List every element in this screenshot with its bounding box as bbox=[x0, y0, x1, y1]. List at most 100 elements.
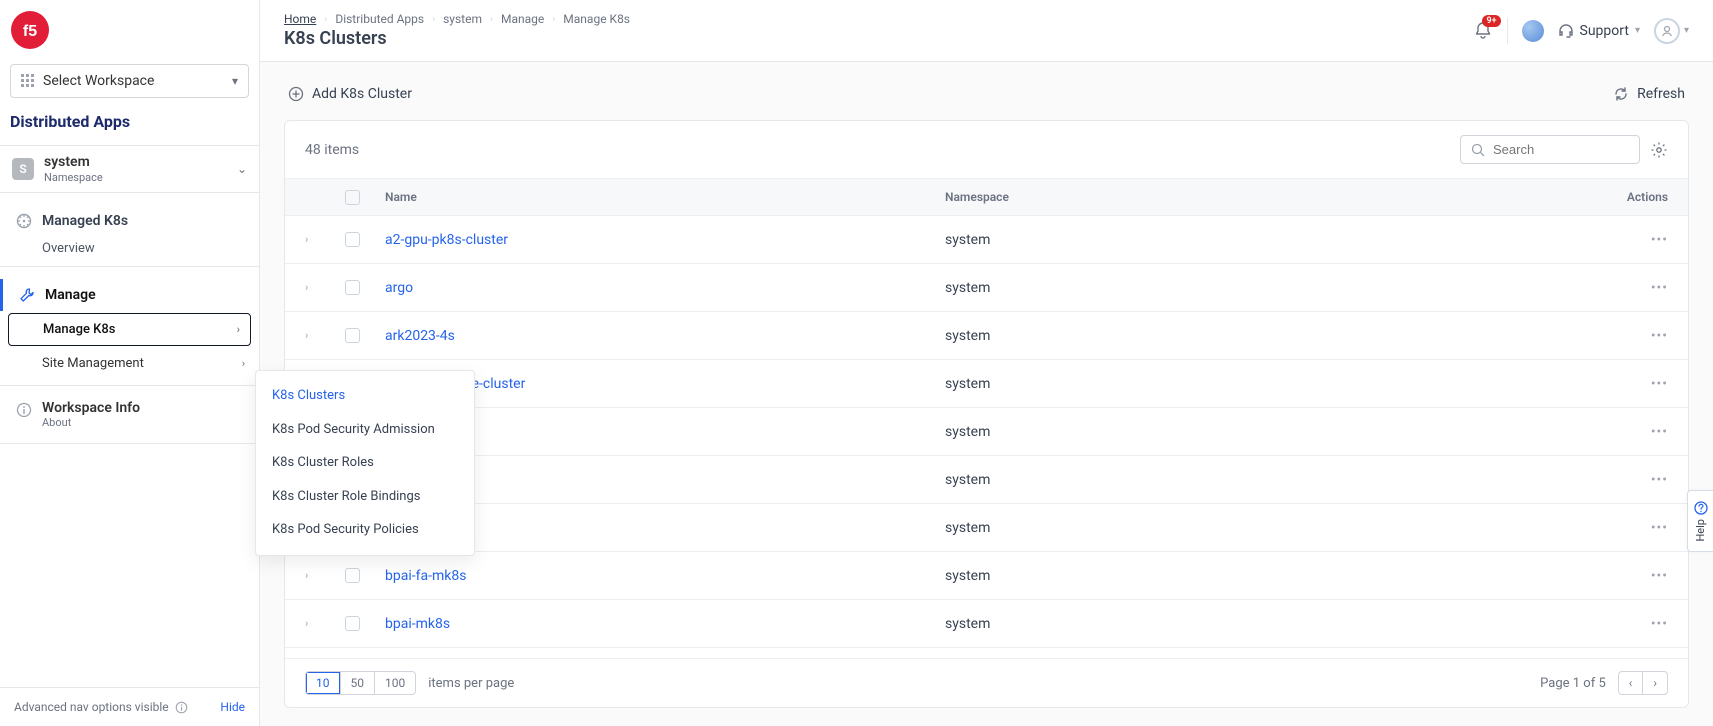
row-checkbox[interactable] bbox=[345, 616, 360, 631]
table: Name Namespace Actions › a2-gpu-pk8s-clus… bbox=[285, 178, 1688, 658]
svg-text:f5: f5 bbox=[23, 23, 37, 40]
page-title: K8s Clusters bbox=[284, 28, 630, 49]
nav-sub-site-management[interactable]: Site Management › bbox=[0, 348, 259, 379]
crumb-home[interactable]: Home bbox=[284, 12, 316, 26]
support-dropdown[interactable]: Support ▾ bbox=[1558, 23, 1640, 39]
help-icon bbox=[1694, 501, 1708, 515]
row-checkbox[interactable] bbox=[345, 232, 360, 247]
col-header-name: Name bbox=[385, 190, 945, 204]
nav-sub-label: Site Management bbox=[42, 356, 144, 371]
row-actions-button[interactable]: ••• bbox=[1588, 568, 1668, 584]
workspace-info-sub: About bbox=[42, 416, 140, 429]
chevron-right-icon: › bbox=[237, 323, 240, 336]
row-namespace: system bbox=[945, 232, 1588, 248]
col-header-actions: Actions bbox=[1588, 190, 1668, 204]
row-namespace: system bbox=[945, 520, 1588, 536]
chevron-down-icon: ▾ bbox=[1635, 25, 1640, 36]
workspace-select-label: Select Workspace bbox=[43, 73, 224, 89]
table-settings-button[interactable] bbox=[1650, 141, 1668, 159]
notification-badge: 9+ bbox=[1482, 15, 1500, 27]
expand-row-icon[interactable]: › bbox=[305, 329, 345, 342]
select-all-checkbox[interactable] bbox=[345, 190, 360, 205]
refresh-label: Refresh bbox=[1637, 86, 1685, 102]
row-actions-button[interactable]: ••• bbox=[1588, 232, 1668, 248]
expand-row-icon[interactable]: › bbox=[305, 617, 345, 630]
row-checkbox[interactable] bbox=[345, 328, 360, 343]
row-name-link[interactable]: bpai-mk8s bbox=[385, 616, 450, 632]
chevron-right-icon: › bbox=[432, 14, 435, 25]
chevron-right-icon: › bbox=[552, 14, 555, 25]
namespace-name: system bbox=[44, 154, 227, 171]
row-actions-button[interactable]: ••• bbox=[1588, 424, 1668, 440]
prev-page-button[interactable]: ‹ bbox=[1619, 672, 1644, 694]
apps-grid-icon bbox=[21, 74, 35, 88]
page-info: Page 1 of 5 bbox=[1540, 676, 1606, 691]
headset-icon bbox=[1558, 23, 1574, 39]
crumb-item[interactable]: system bbox=[443, 12, 482, 26]
info-icon bbox=[16, 402, 32, 418]
table-row: ›k8-libsystem••• bbox=[285, 408, 1688, 456]
page-size-50[interactable]: 50 bbox=[341, 672, 376, 694]
topbar: Home › Distributed Apps › system › Manag… bbox=[260, 0, 1713, 62]
expand-row-icon[interactable]: › bbox=[305, 233, 345, 246]
add-k8s-cluster-button[interactable]: Add K8s Cluster bbox=[288, 86, 412, 102]
page-size-selector: 10 50 100 bbox=[305, 671, 416, 695]
chevron-down-icon: ▾ bbox=[1684, 25, 1689, 36]
adv-nav-hide[interactable]: Hide bbox=[220, 700, 245, 714]
row-actions-button[interactable]: ••• bbox=[1588, 280, 1668, 296]
flyout-item-cluster-roles[interactable]: K8s Cluster Roles bbox=[256, 446, 474, 480]
nav-workspace-info[interactable]: Workspace Info About bbox=[0, 385, 259, 444]
crumb-item[interactable]: Manage bbox=[501, 12, 544, 26]
crumb-item[interactable]: Manage K8s bbox=[563, 12, 630, 26]
row-namespace: system bbox=[945, 328, 1588, 344]
col-header-namespace: Namespace bbox=[945, 190, 1588, 204]
support-label: Support bbox=[1580, 23, 1629, 39]
row-name-link[interactable]: a2-gpu-pk8s-cluster bbox=[385, 232, 508, 248]
row-checkbox[interactable] bbox=[345, 568, 360, 583]
row-namespace: system bbox=[945, 424, 1588, 440]
namespace-selector[interactable]: S system Namespace ⌄ bbox=[0, 145, 259, 193]
f5-logo-icon: f5 bbox=[10, 10, 50, 50]
namespace-text: system Namespace bbox=[44, 154, 227, 184]
help-rail[interactable]: Help bbox=[1687, 490, 1713, 552]
row-name-link[interactable]: bpai-fa-mk8s bbox=[385, 568, 466, 584]
table-header-row: Name Namespace Actions bbox=[285, 178, 1688, 216]
wrench-icon bbox=[19, 287, 35, 303]
manage-k8s-flyout: K8s Clusters K8s Pod Security Admission … bbox=[255, 370, 475, 556]
nav-sub-overview[interactable]: Overview bbox=[0, 237, 259, 260]
nav-item-manage[interactable]: Manage bbox=[0, 279, 259, 311]
row-actions-button[interactable]: ••• bbox=[1588, 328, 1668, 344]
row-namespace: system bbox=[945, 280, 1588, 296]
search-input-wrap[interactable] bbox=[1460, 135, 1640, 164]
row-actions-button[interactable]: ••• bbox=[1588, 472, 1668, 488]
expand-row-icon[interactable]: › bbox=[305, 569, 345, 582]
row-name-link[interactable]: argo bbox=[385, 280, 413, 296]
search-input[interactable] bbox=[1493, 142, 1669, 157]
content-area: Add K8s Cluster Refresh 48 items bbox=[260, 62, 1713, 726]
flyout-item-cluster-role-bindings[interactable]: K8s Cluster Role Bindings bbox=[256, 480, 474, 514]
row-actions-button[interactable]: ••• bbox=[1588, 376, 1668, 392]
notifications-button[interactable]: 9+ bbox=[1473, 21, 1493, 41]
expand-row-icon[interactable]: › bbox=[305, 281, 345, 294]
crumb-item[interactable]: Distributed Apps bbox=[335, 12, 424, 26]
nav-sub-manage-k8s[interactable]: Manage K8s › bbox=[8, 313, 251, 346]
breadcrumb: Home › Distributed Apps › system › Manag… bbox=[284, 12, 630, 26]
flyout-item-pod-security-policies[interactable]: K8s Pod Security Policies bbox=[256, 513, 474, 547]
globe-icon[interactable] bbox=[1522, 20, 1544, 42]
row-checkbox[interactable] bbox=[345, 280, 360, 295]
workspace-select[interactable]: Select Workspace ▾ bbox=[10, 64, 249, 98]
row-actions-button[interactable]: ••• bbox=[1588, 616, 1668, 632]
next-page-button[interactable]: › bbox=[1643, 672, 1667, 694]
sidebar: f5 Select Workspace ▾ Distributed Apps S… bbox=[0, 0, 260, 726]
row-actions-button[interactable]: ••• bbox=[1588, 520, 1668, 536]
table-row: ›tack-mk8ssystem••• bbox=[285, 504, 1688, 552]
row-name-link[interactable]: ark2023-4s bbox=[385, 328, 455, 344]
brand-logo-row: f5 bbox=[0, 0, 259, 56]
user-menu[interactable]: ▾ bbox=[1654, 18, 1689, 44]
refresh-button[interactable]: Refresh bbox=[1613, 86, 1685, 102]
page-size-10[interactable]: 10 bbox=[306, 672, 341, 694]
flyout-item-k8s-clusters[interactable]: K8s Clusters bbox=[256, 379, 474, 413]
flyout-item-pod-security-admission[interactable]: K8s Pod Security Admission bbox=[256, 413, 474, 447]
nav-item-managed-k8s[interactable]: Managed K8s bbox=[0, 205, 259, 237]
page-size-100[interactable]: 100 bbox=[375, 672, 415, 694]
